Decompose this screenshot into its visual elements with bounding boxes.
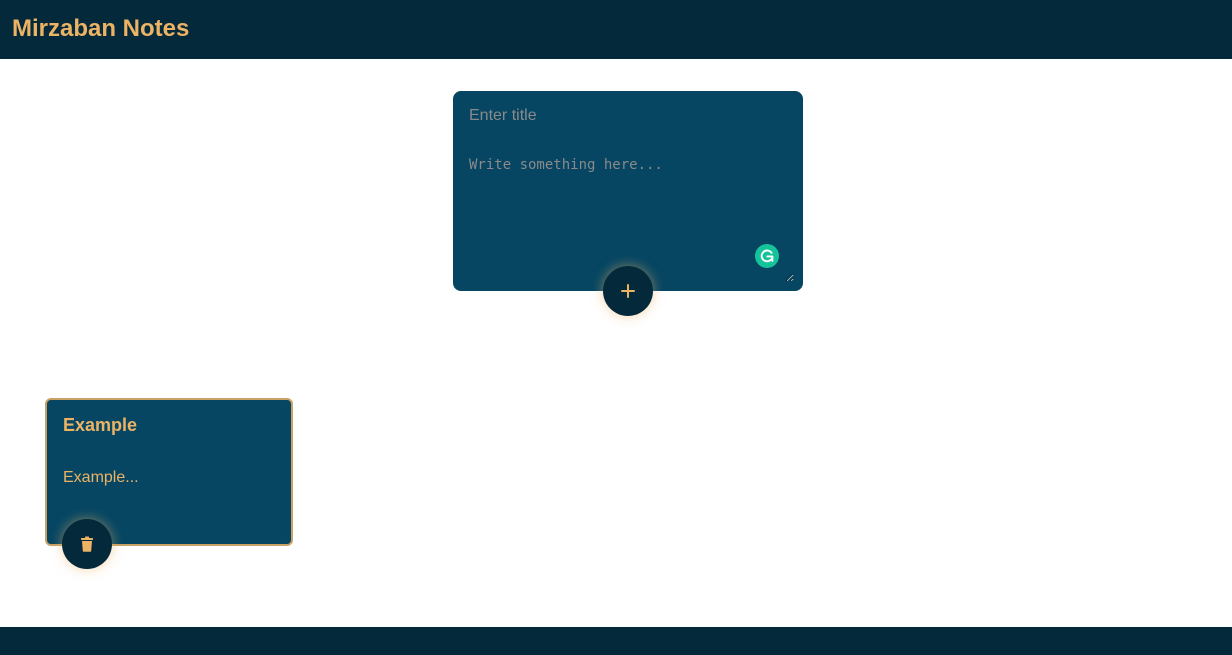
app-footer	[0, 627, 1232, 655]
note-composer	[453, 91, 803, 291]
note-body: Example...	[63, 469, 139, 486]
delete-note-button[interactable]	[62, 519, 112, 569]
note-title-input[interactable]	[469, 104, 789, 128]
note-title: Example	[63, 415, 138, 435]
grammarly-icon[interactable]	[755, 244, 779, 268]
app-header: Mirzaban Notes	[0, 0, 1232, 59]
note-body-textarea[interactable]	[469, 157, 794, 282]
trash-icon	[81, 536, 93, 552]
plus-icon	[621, 284, 635, 298]
app-title: Mirzaban Notes	[12, 15, 190, 42]
add-note-button[interactable]	[603, 266, 653, 316]
